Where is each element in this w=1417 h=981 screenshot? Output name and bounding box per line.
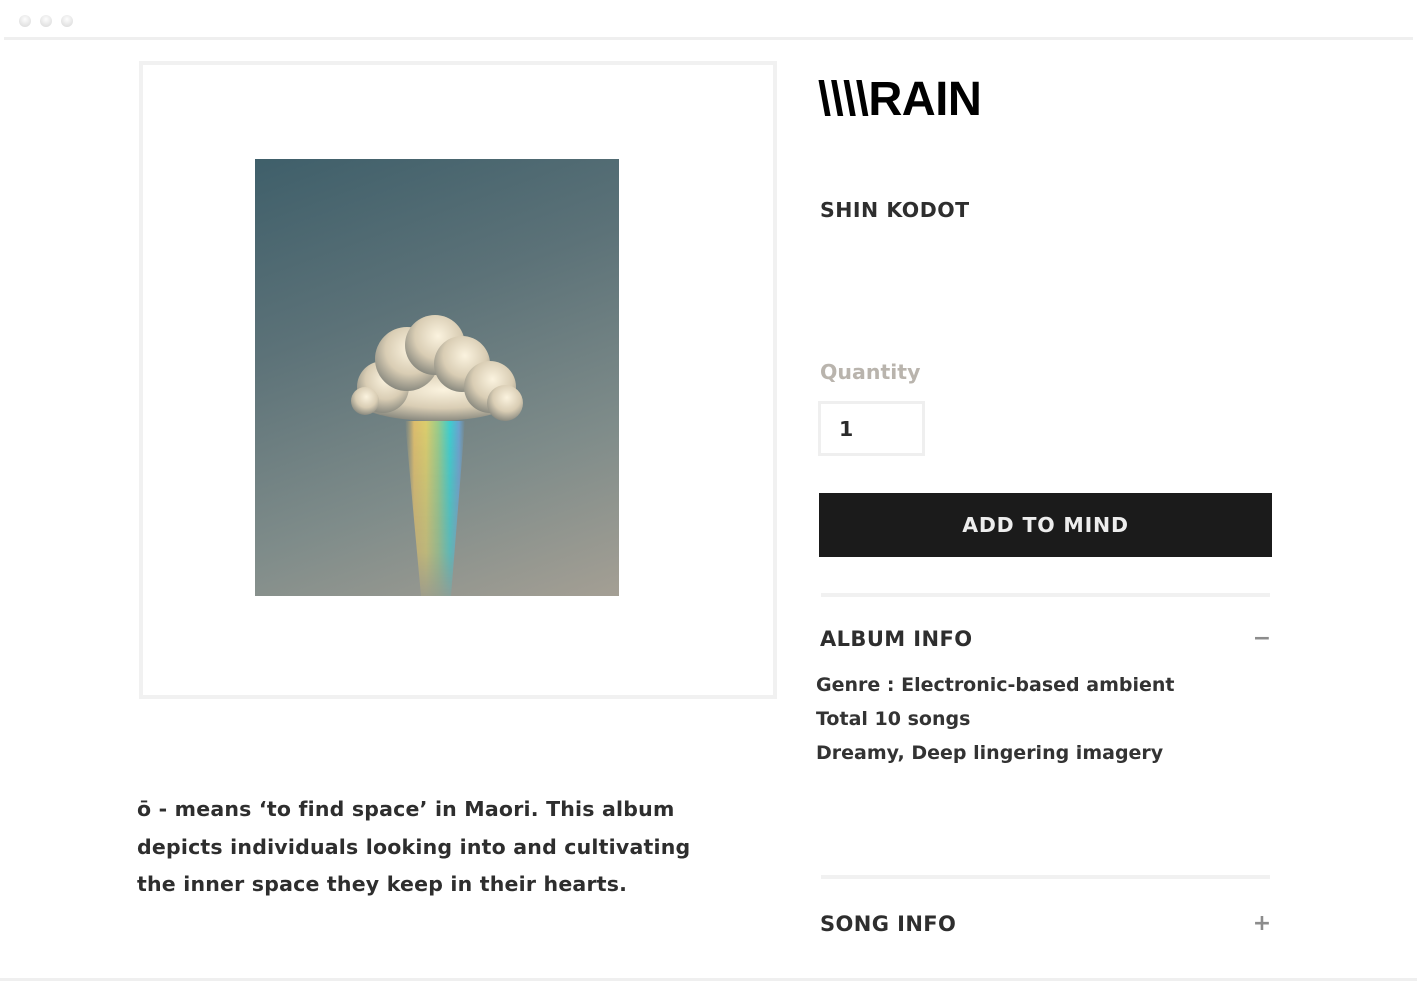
section-divider — [821, 875, 1270, 879]
window-minimize-button[interactable] — [40, 15, 52, 27]
album-cover-image — [255, 159, 619, 596]
album-info-genre: Genre : Electronic-based ambient — [816, 674, 1175, 696]
album-info-heading[interactable]: ALBUM INFO — [820, 627, 973, 651]
window-close-button[interactable] — [19, 15, 31, 27]
album-info-track-count: Total 10 songs — [816, 708, 971, 730]
song-info-heading[interactable]: SONG INFO — [820, 912, 956, 936]
add-to-mind-button[interactable]: ADD TO MIND — [819, 493, 1272, 557]
quantity-input[interactable] — [818, 401, 925, 456]
expand-plus-icon[interactable]: + — [1252, 913, 1272, 935]
window-maximize-button[interactable] — [61, 15, 73, 27]
window-titlebar — [4, 0, 1413, 40]
album-description: ō - means ‘to find space’ in Maori. This… — [137, 791, 737, 904]
description-line: depicts individuals looking into and cul… — [137, 834, 691, 859]
album-info-mood: Dreamy, Deep lingering imagery — [816, 742, 1164, 764]
section-divider — [821, 593, 1270, 597]
quantity-label: Quantity — [820, 360, 921, 384]
collapse-minus-icon[interactable]: − — [1252, 628, 1272, 650]
album-title: \\\\RAIN — [818, 73, 982, 126]
description-line: the inner space they keep in their heart… — [137, 872, 628, 896]
description-line: ō - means ‘to find space’ in Maori. This… — [137, 797, 675, 821]
browser-window: ō - means ‘to find space’ in Maori. This… — [0, 0, 1417, 981]
album-art-frame — [139, 61, 777, 699]
artist-name: SHIN KODOT — [820, 198, 970, 222]
